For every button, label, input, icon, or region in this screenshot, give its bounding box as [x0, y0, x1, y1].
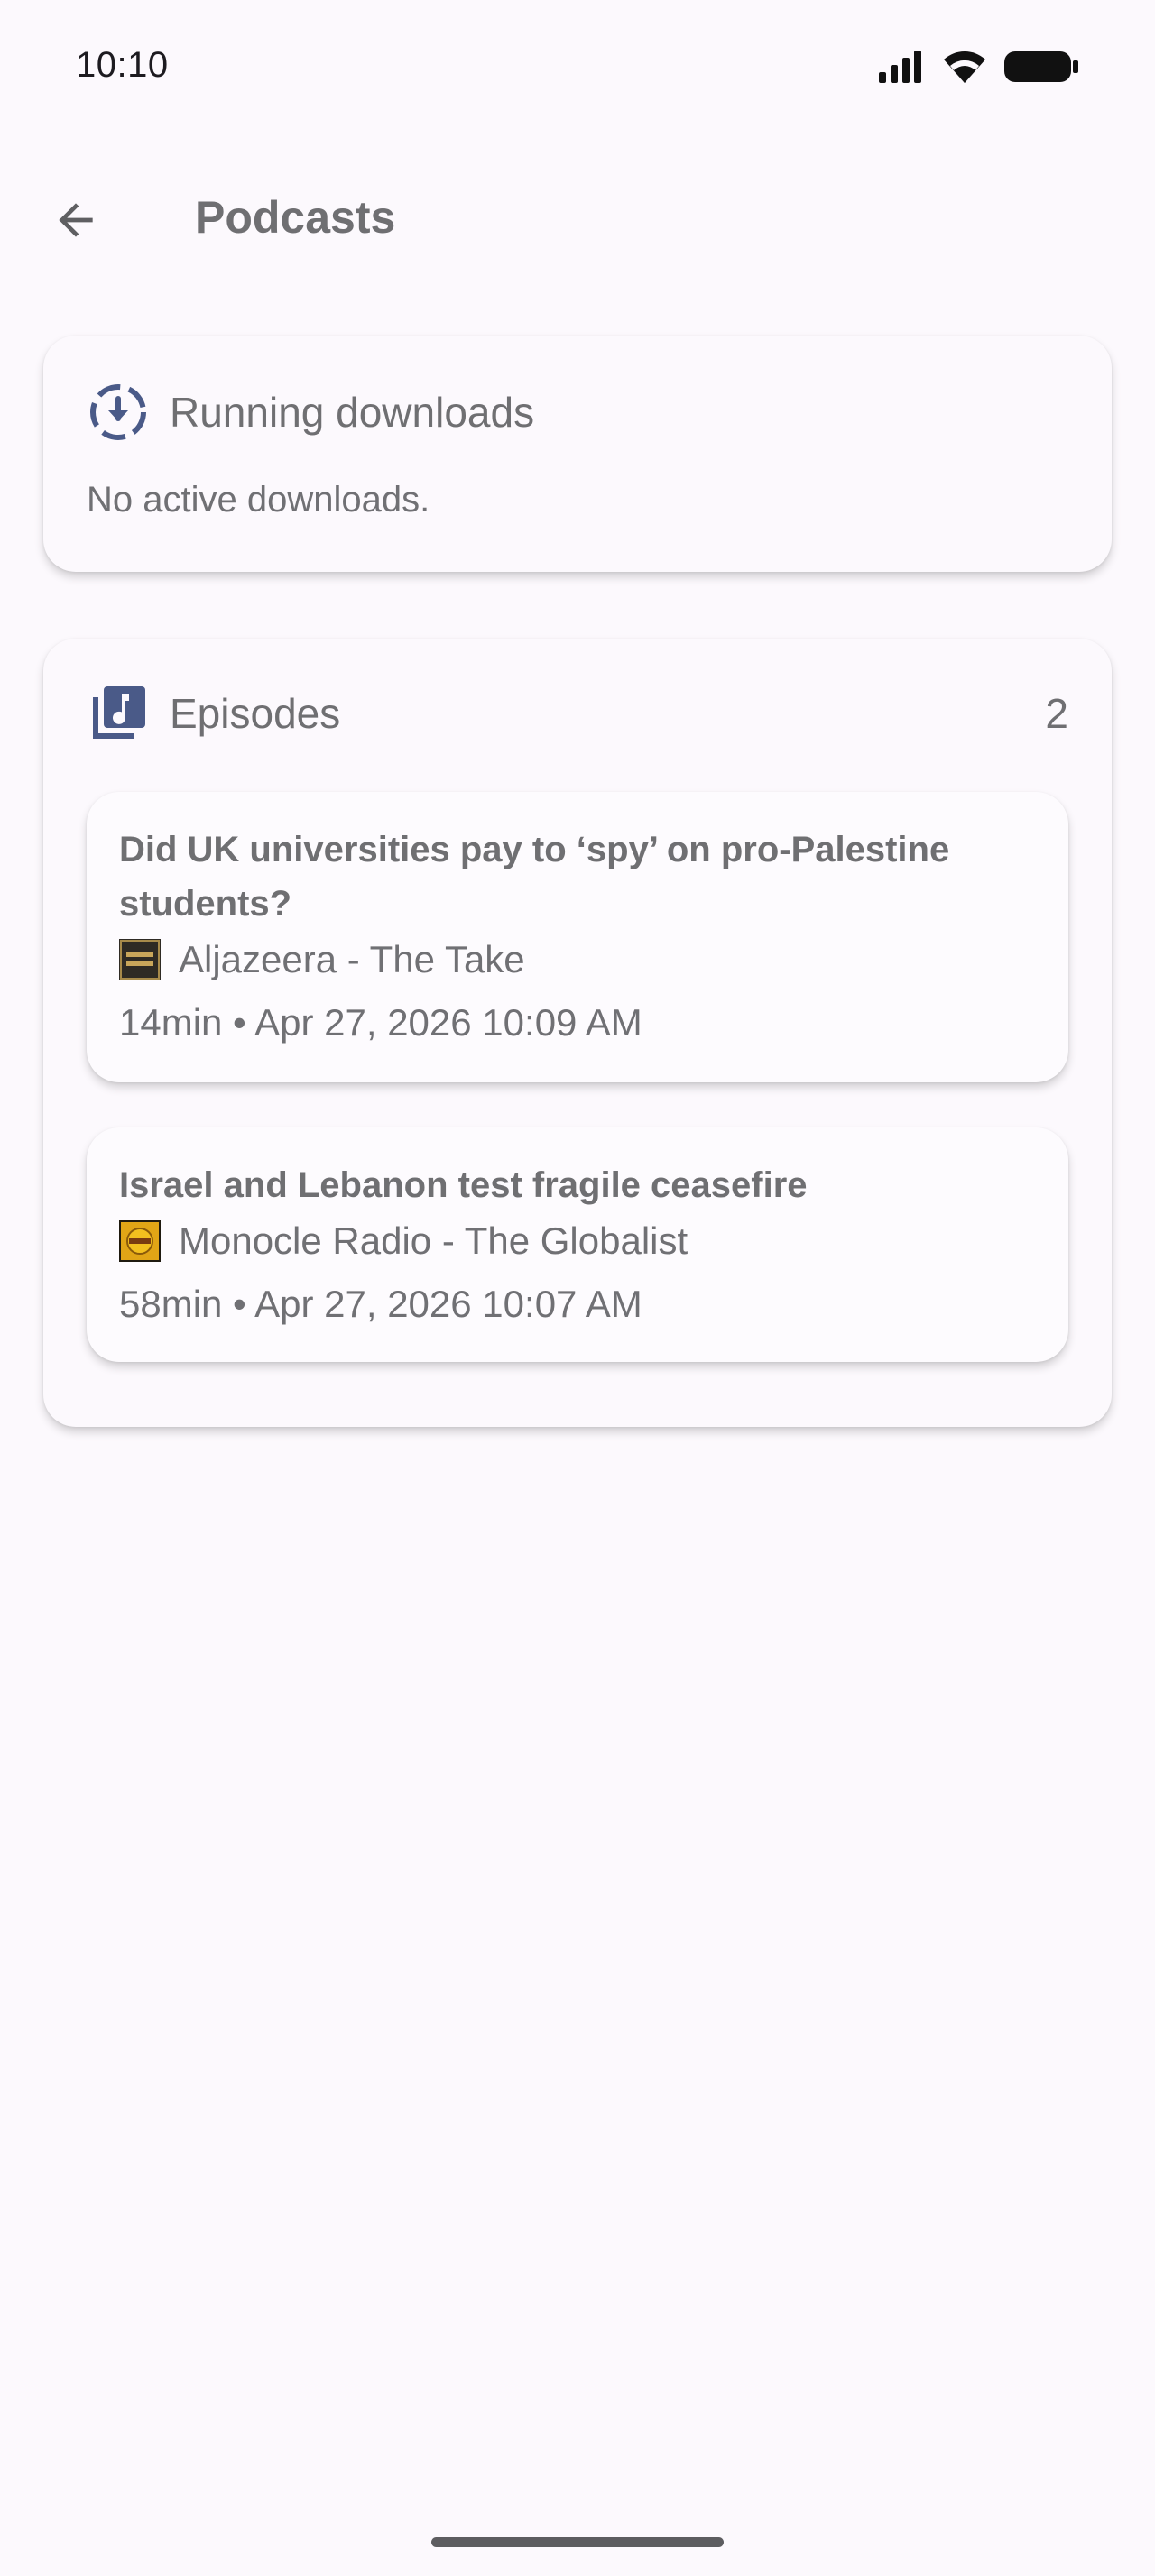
podcast-artwork-icon [119, 939, 161, 980]
back-button[interactable] [36, 180, 116, 260]
episodes-card-header: Episodes 2 [87, 682, 1068, 745]
wifi-icon [944, 51, 985, 83]
episode-source: Monocle Radio - The Globalist [119, 1219, 688, 1263]
episode-source-label: Monocle Radio - The Globalist [179, 1219, 688, 1262]
episode-source-label: Aljazeera - The Take [179, 938, 525, 980]
battery-icon [1004, 51, 1078, 82]
episode-title: Israel and Lebanon test fragile ceasefir… [119, 1165, 808, 1205]
downloads-card-header: Running downloads [87, 381, 1068, 444]
arrow-back-icon [59, 203, 93, 237]
signal-icon [879, 51, 921, 83]
episode-title: Did UK universities pay to ‘spy’ on pro-… [119, 830, 950, 924]
page-title: Podcasts [195, 192, 396, 243]
episode-item[interactable]: Israel and Lebanon test fragile ceasefir… [87, 1127, 1068, 1362]
home-indicator[interactable] [431, 2537, 724, 2547]
downloads-card-title: Running downloads [170, 389, 535, 436]
podcast-artwork-icon [119, 1220, 161, 1262]
status-time: 10:10 [76, 45, 169, 85]
episode-source: Aljazeera - The Take [119, 938, 525, 981]
episodes-card-title: Episodes [170, 690, 341, 737]
music-library-icon [87, 682, 150, 745]
no-downloads-text: No active downloads. [87, 480, 430, 520]
download-progress-icon [87, 381, 150, 444]
episode-item[interactable]: Did UK universities pay to ‘spy’ on pro-… [87, 792, 1068, 1082]
episodes-count: 2 [1045, 690, 1068, 737]
downloads-card: Running downloads No active downloads. [43, 336, 1112, 572]
status-bar: 10:10 [0, 0, 1155, 135]
status-icons [877, 49, 1079, 85]
episode-meta: 58min • Apr 27, 2026 10:07 AM [119, 1283, 642, 1325]
episodes-card: Episodes 2 Did UK universities pay to ‘s… [43, 639, 1112, 1427]
app-bar: Podcasts [0, 162, 1155, 271]
episode-meta: 14min • Apr 27, 2026 10:09 AM [119, 1001, 642, 1044]
